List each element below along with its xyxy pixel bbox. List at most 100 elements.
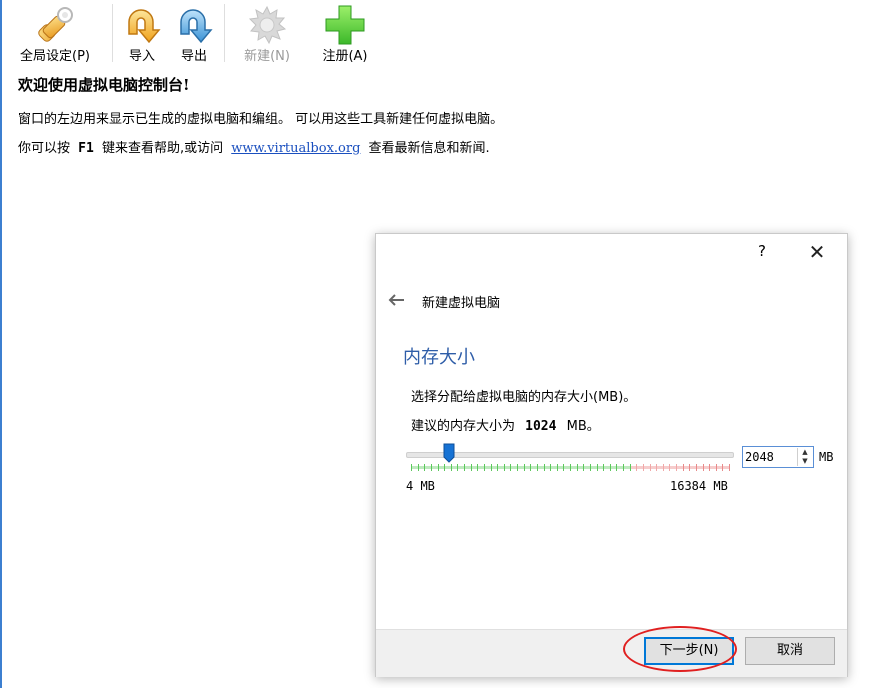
- next-button[interactable]: 下一步(N): [644, 637, 734, 665]
- slider-tick: [676, 464, 677, 471]
- slider-tick: [563, 464, 564, 471]
- dialog-footer: 下一步(N) 取消: [376, 629, 847, 677]
- help-text-pre: 你可以按: [18, 141, 71, 156]
- export-icon: [180, 9, 213, 44]
- slider-tick: [630, 464, 631, 471]
- register-label: 注册(A): [322, 49, 368, 64]
- spin-down-icon[interactable]: ▼: [798, 457, 812, 466]
- toolbar-separator: [224, 4, 225, 62]
- virtualbox-website-link[interactable]: www.virtualbox.org: [231, 141, 360, 156]
- memory-min-label: 4 MB: [406, 479, 435, 493]
- slider-tick: [577, 464, 578, 471]
- recommend-text: 建议的内存大小为: [411, 419, 516, 434]
- memory-spinbox[interactable]: ▲ ▼: [742, 446, 814, 468]
- welcome-help-line: 你可以按 F1 键来查看帮助,或访问 www.virtualbox.org 查看…: [18, 137, 490, 156]
- slider-tick: [491, 464, 492, 471]
- slider-tick: [696, 464, 697, 471]
- slider-tick: [517, 464, 518, 471]
- slider-tick: [716, 464, 717, 471]
- slider-tick: [583, 464, 584, 471]
- cancel-button[interactable]: 取消: [745, 637, 835, 665]
- help-text-post: 查看最新信息和新闻.: [368, 141, 490, 156]
- import-icon: [128, 9, 161, 44]
- register-button[interactable]: 注册(A): [308, 0, 382, 66]
- slider-tick: [457, 464, 458, 471]
- slider-tick: [610, 464, 611, 471]
- slider-tick: [669, 464, 670, 471]
- memory-recommendation: 建议的内存大小为 1024 MB。: [411, 415, 600, 434]
- slider-tick: [570, 464, 571, 471]
- slider-tick: [444, 464, 445, 471]
- global-settings-label: 全局设定(P): [20, 49, 90, 64]
- main-toolbar: 全局设定(P) 导入 导出 新建(N) 注册(A): [2, 0, 382, 66]
- new-machine-button[interactable]: 新建(N): [234, 0, 300, 66]
- export-label: 导出: [180, 49, 207, 64]
- memory-value-input[interactable]: [745, 448, 793, 465]
- slider-tick: [650, 464, 651, 471]
- slider-tick: [656, 464, 657, 471]
- spin-up-icon[interactable]: ▲: [798, 448, 812, 457]
- memory-unit-label: MB: [819, 450, 834, 464]
- memory-slider-ticks: [411, 464, 730, 471]
- new-vm-wizard-dialog: ? ✕ 新建虚拟电脑 内存大小 选择分配给虚拟电脑的内存大小(MB)。 建议的内…: [375, 233, 848, 677]
- new-machine-label: 新建(N): [244, 49, 290, 64]
- new-gear-icon: [248, 5, 287, 45]
- slider-tick: [623, 464, 624, 471]
- global-settings-button[interactable]: 全局设定(P): [8, 0, 102, 66]
- spin-arrows[interactable]: ▲ ▼: [797, 448, 812, 466]
- slider-tick: [689, 464, 690, 471]
- welcome-title: 欢迎使用虚拟电脑控制台!: [18, 76, 190, 94]
- slider-tick: [729, 464, 730, 471]
- slider-tick: [497, 464, 498, 471]
- export-button[interactable]: 导出: [170, 0, 218, 66]
- slider-tick: [510, 464, 511, 471]
- slider-tick: [477, 464, 478, 471]
- slider-tick: [703, 464, 704, 471]
- memory-slider-track[interactable]: [406, 452, 734, 458]
- slider-tick: [451, 464, 452, 471]
- memory-size-heading: 内存大小: [403, 347, 475, 368]
- close-button[interactable]: ✕: [805, 240, 829, 264]
- recommend-unit: MB。: [566, 419, 600, 434]
- slider-tick: [464, 464, 465, 471]
- slider-tick: [722, 464, 723, 471]
- slider-tick: [590, 464, 591, 471]
- slider-tick: [550, 464, 551, 471]
- memory-max-label: 16384 MB: [670, 479, 728, 493]
- slider-tick: [504, 464, 505, 471]
- slider-tick: [557, 464, 558, 471]
- memory-description: 选择分配给虚拟电脑的内存大小(MB)。: [411, 390, 637, 405]
- slider-tick: [643, 464, 644, 471]
- slider-tick: [603, 464, 604, 471]
- memory-slider-handle[interactable]: [443, 443, 455, 463]
- slider-tick: [418, 464, 419, 471]
- slider-tick: [438, 464, 439, 471]
- slider-tick: [616, 464, 617, 471]
- toolbar-separator: [112, 4, 113, 62]
- slider-tick: [663, 464, 664, 471]
- slider-tick: [524, 464, 525, 471]
- preferences-icon: [38, 7, 73, 42]
- help-button[interactable]: ?: [752, 242, 772, 260]
- window-left-edge: [0, 0, 2, 688]
- import-label: 导入: [128, 49, 155, 64]
- help-key: F1: [78, 141, 94, 156]
- slider-tick: [537, 464, 538, 471]
- slider-tick: [636, 464, 637, 471]
- slider-tick: [431, 464, 432, 471]
- slider-tick: [683, 464, 684, 471]
- slider-tick: [544, 464, 545, 471]
- recommend-value: 1024: [525, 419, 557, 434]
- slider-tick: [411, 464, 412, 471]
- wizard-title: 新建虚拟电脑: [422, 296, 501, 311]
- import-button[interactable]: 导入: [118, 0, 166, 66]
- slider-tick: [424, 464, 425, 471]
- slider-tick: [597, 464, 598, 471]
- back-arrow-icon[interactable]: [386, 290, 406, 310]
- slider-tick: [530, 464, 531, 471]
- welcome-description: 窗口的左边用来显示已生成的虚拟电脑和编组。 可以用这些工具新建任何虚拟电脑。: [18, 112, 504, 127]
- red-zone: [630, 466, 729, 469]
- slider-tick: [709, 464, 710, 471]
- slider-tick: [471, 464, 472, 471]
- help-text-mid: 键来查看帮助,或访问: [101, 141, 224, 156]
